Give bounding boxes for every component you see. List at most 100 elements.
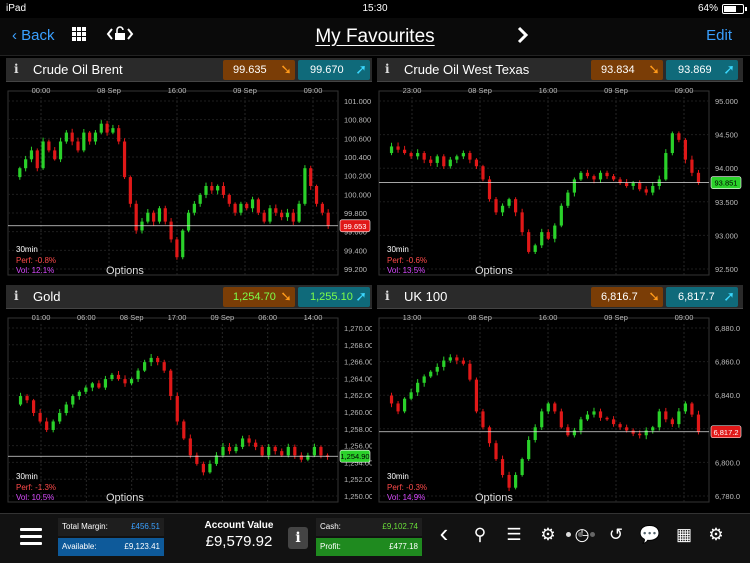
price-axis-label: 99.200 — [344, 265, 367, 274]
candle — [579, 172, 583, 180]
candle — [134, 203, 138, 231]
info-button[interactable]: i — [288, 527, 308, 549]
candle — [566, 427, 570, 436]
price-axis-label: 95.000 — [715, 97, 738, 106]
chart-frame — [7, 90, 339, 276]
candle — [214, 455, 219, 464]
settings-icon[interactable]: ⚙ — [536, 525, 560, 545]
candle — [47, 141, 51, 151]
price-chart[interactable]: 13:00 08 Sep 16:00 09 Sep 09:00 6,880.0 6,860.… — [377, 310, 743, 507]
profit-row: Profit: £477.18 — [316, 538, 422, 556]
candle — [31, 400, 36, 413]
chat-icon[interactable]: 💬 — [638, 525, 662, 545]
cash-value: £9,102.74 — [382, 522, 418, 531]
market-name: Crude Oil West Texas — [404, 62, 530, 77]
market-name: Crude Oil Brent — [33, 62, 123, 77]
candle — [559, 411, 563, 428]
candle — [90, 383, 94, 388]
edit-button[interactable]: Edit — [706, 27, 732, 44]
calendar-icon[interactable]: ▦ — [672, 525, 696, 545]
candle — [533, 245, 537, 252]
options-button[interactable]: Options — [475, 492, 513, 504]
candle — [631, 182, 635, 186]
candle — [644, 430, 648, 436]
options-button[interactable]: Options — [475, 265, 513, 277]
price-chart[interactable]: 00:00 08 Sep 16:00 09 Sep 09:00 101.000 100.80… — [6, 83, 372, 280]
sell-price-button[interactable]: 99.635 ➘ — [223, 60, 295, 80]
candle — [320, 203, 324, 213]
candle — [186, 212, 191, 231]
candle — [572, 179, 576, 193]
candle — [618, 424, 622, 428]
price-axis-label: 94.000 — [715, 164, 738, 173]
candle — [592, 411, 596, 415]
candle — [461, 360, 465, 364]
candle — [136, 370, 140, 380]
candle — [64, 132, 68, 142]
history-icon[interactable]: ↺ — [604, 525, 628, 545]
buy-price-button[interactable]: 6,817.7 ➚ — [666, 287, 738, 307]
info-icon[interactable]: i — [14, 289, 19, 303]
margin-box: Total Margin: £456.51 Available: £9,123.… — [58, 518, 164, 560]
candle — [260, 446, 264, 456]
candle — [402, 398, 407, 412]
hamburger-menu-icon[interactable] — [20, 528, 42, 546]
candle — [58, 413, 62, 422]
buy-price-button[interactable]: 93.869 ➚ — [666, 60, 738, 80]
search-icon[interactable]: ⚲ — [468, 525, 492, 545]
vol-label: Vol: 14.9% — [387, 493, 426, 502]
price-axis-label: 1,260.00 — [344, 408, 372, 417]
sell-price-button[interactable]: 1,254.70 ➘ — [223, 287, 295, 307]
info-icon[interactable]: i — [385, 289, 390, 303]
candle — [455, 156, 459, 160]
vol-label: Vol: 12.1% — [16, 266, 55, 275]
timeframe-label[interactable]: 30min — [16, 245, 38, 254]
candle — [285, 212, 290, 218]
market-panel[interactable]: i Crude Oil West Texas 93.834 ➘ 93.869 ➚… — [377, 58, 743, 280]
sell-arrow-icon: ➘ — [648, 61, 660, 77]
candle — [169, 370, 173, 397]
price-chart[interactable]: 23:00 08 Sep 16:00 09 Sep 09:00 95.000 94.500 9… — [377, 83, 743, 280]
candle — [683, 403, 688, 412]
candle — [38, 413, 42, 422]
price-axis-label: 101.000 — [344, 97, 371, 106]
panel-header: i UK 100 6,816.7 ➘ 6,817.7 ➚ — [377, 285, 743, 309]
list-icon[interactable]: ☰ — [502, 525, 526, 545]
options-button[interactable]: Options — [106, 492, 144, 504]
sell-price-button[interactable]: 6,816.7 ➘ — [591, 287, 663, 307]
timeframe-label[interactable]: 30min — [387, 245, 409, 254]
candle — [657, 411, 661, 428]
cash-label: Cash: — [320, 522, 341, 531]
candle — [116, 374, 121, 380]
sell-arrow-icon: ➘ — [280, 288, 292, 304]
sell-price-button[interactable]: 93.834 ➘ — [591, 60, 663, 80]
chevron-left-icon[interactable]: ‹ — [432, 518, 456, 549]
candle — [221, 446, 225, 456]
candle — [605, 417, 609, 420]
candle — [664, 153, 668, 180]
buy-price-button[interactable]: 99.670 ➚ — [298, 60, 370, 80]
buy-price-button[interactable]: 1,255.10 ➚ — [298, 287, 370, 307]
options-button[interactable]: Options — [106, 265, 144, 277]
info-icon[interactable]: i — [385, 62, 390, 76]
battery-icon — [722, 4, 747, 14]
market-panel[interactable]: i UK 100 6,816.7 ➘ 6,817.7 ➚ 13:00 08 Sep… — [377, 285, 743, 507]
timeframe-label[interactable]: 30min — [16, 472, 38, 481]
timeframe-label[interactable]: 30min — [387, 472, 409, 481]
market-panel[interactable]: i Crude Oil Brent 99.635 ➘ 99.670 ➚ 00:0… — [6, 58, 372, 280]
candle — [448, 357, 452, 361]
candle — [514, 199, 518, 213]
candle — [527, 440, 531, 460]
candle — [481, 166, 485, 180]
time-label: 09:00 — [675, 86, 694, 95]
info-icon[interactable]: i — [14, 62, 19, 76]
candle — [227, 446, 232, 452]
total-margin-row: Total Margin: £456.51 — [58, 518, 164, 536]
candle — [41, 141, 45, 169]
price-axis-label: 93.500 — [715, 198, 738, 207]
gear-icon[interactable]: ⚙ — [704, 525, 728, 545]
chevron-right-icon[interactable] — [516, 24, 530, 52]
price-chart[interactable]: 01:00 06:00 08 Sep 17:00 09 Sep 06:00 14:00 1,2… — [6, 310, 372, 507]
market-panel[interactable]: i Gold 1,254.70 ➘ 1,255.10 ➚ 01:00 06:00 0… — [6, 285, 372, 507]
candle — [670, 419, 674, 425]
